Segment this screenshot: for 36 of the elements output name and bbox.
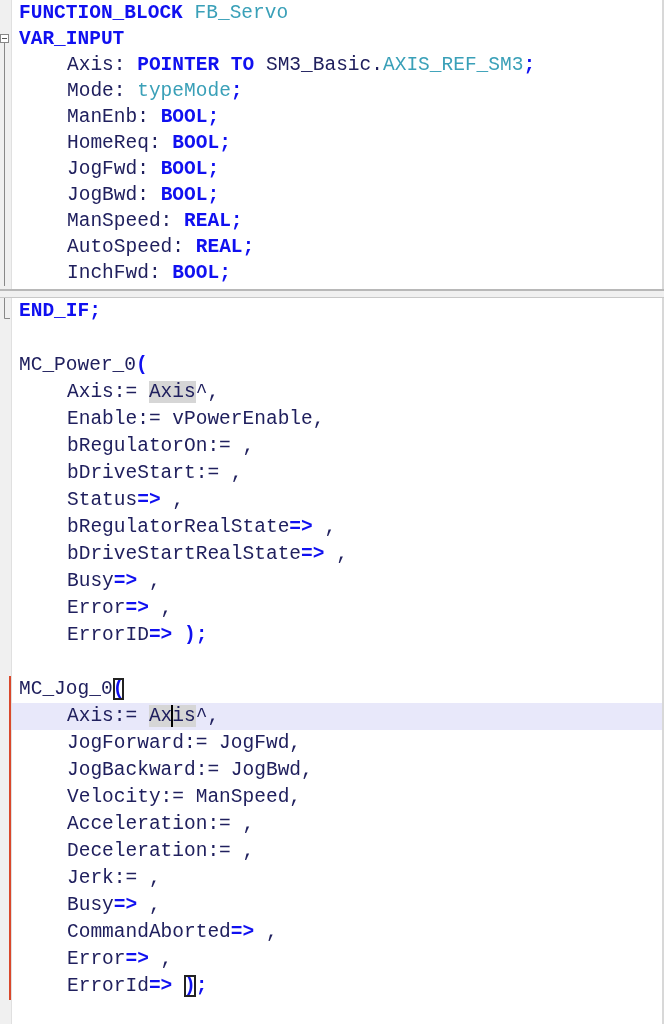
- code-line: bRegulatorRealState=> ,: [67, 516, 337, 539]
- code-line: END_IF;: [19, 300, 101, 323]
- code-line: MC_Jog_0(: [19, 678, 125, 701]
- code-line: Error=> ,: [67, 597, 173, 620]
- code-line: Jerk:= ,: [67, 867, 161, 890]
- code-line: Status=> ,: [67, 489, 185, 512]
- code-line: JogBackward:= JogBwd,: [67, 759, 313, 782]
- code-line: VAR_INPUT: [19, 27, 125, 51]
- code-line: Mode: typeMode;: [67, 79, 243, 103]
- code-line: Error=> ,: [67, 948, 173, 971]
- code-line: bDriveStartRealState=> ,: [67, 543, 348, 566]
- code-line: JogForward:= JogFwd,: [67, 732, 302, 755]
- code-line: InchFwd: BOOL;: [67, 261, 231, 285]
- code-line: Acceleration:= ,: [67, 813, 255, 836]
- code-line: Axis:= Axis^,: [67, 381, 220, 404]
- code-line: HomeReq: BOOL;: [67, 131, 231, 155]
- implementation-editor[interactable]: [0, 298, 664, 1024]
- code-line: Deceleration:= ,: [67, 840, 255, 863]
- code-line: CommandAborted=> ,: [67, 921, 278, 944]
- code-line: ErrorID=> );: [67, 624, 208, 647]
- code-line: JogFwd: BOOL;: [67, 157, 220, 181]
- code-line: ManSpeed: REAL;: [67, 209, 243, 233]
- code-line: Busy=> ,: [67, 894, 161, 917]
- code-line: JogBwd: BOOL;: [67, 183, 220, 207]
- code-line: Axis: POINTER TO SM3_Basic.AXIS_REF_SM3;: [67, 53, 536, 77]
- code-line: Enable:= vPowerEnable,: [67, 408, 325, 431]
- declaration-editor[interactable]: FUNCTION_BLOCK FB_Servo VAR_INPUT Axis: POINTER TO SM3_Basic.AXIS_REF_SM3; Mode: typeMode; ManEnb: BOOL; HomeReq: BOOL; JogFwd: BOOL; JogBwd: BOOL; ManSpeed: REAL; AutoSpeed: REAL; InchFwd: BOOL;: [0, 0, 664, 289]
- code-line: Axis:= Axis^,: [67, 704, 220, 729]
- code-line: bDriveStart:= ,: [67, 462, 243, 485]
- code-line: MC_Power_0(: [19, 354, 148, 377]
- code-line: Velocity:= ManSpeed,: [67, 786, 302, 809]
- code-line: ManEnb: BOOL;: [67, 105, 220, 129]
- code-line: FUNCTION_BLOCK FB_Servo: [19, 1, 289, 25]
- code-line: bRegulatorOn:= ,: [67, 435, 255, 458]
- code-line: AutoSpeed: REAL;: [67, 235, 255, 259]
- code-line: Busy=> ,: [67, 570, 161, 593]
